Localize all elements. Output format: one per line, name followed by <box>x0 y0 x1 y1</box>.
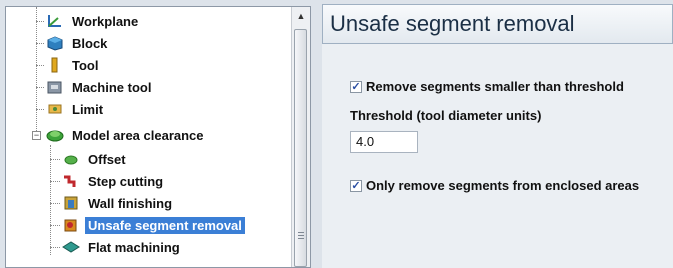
tree-connector <box>36 87 44 88</box>
scroll-grip <box>298 238 304 239</box>
scroll-thumb[interactable] <box>294 29 307 267</box>
tree-connector <box>36 21 44 22</box>
tree-item-label: Offset <box>88 151 126 167</box>
tree-item-tool[interactable]: Tool <box>46 54 101 76</box>
tree-item-label: Workplane <box>72 13 139 29</box>
tree-connector <box>36 43 44 44</box>
tree-item-label: Wall finishing <box>88 195 173 211</box>
tree-item-flat-machining[interactable]: Flat machining <box>62 236 183 258</box>
scroll-up-arrow-icon[interactable]: ▲ <box>293 8 309 24</box>
tree-connector <box>50 203 60 204</box>
tree-panel: − Workplane Block Tool Machine tool Limi… <box>5 6 311 268</box>
tree-item-label: Model area clearance <box>72 127 204 143</box>
tree-connector <box>50 145 51 255</box>
model-area-clearance-icon <box>46 127 64 143</box>
tool-icon <box>46 57 64 73</box>
only-enclosed-checkbox[interactable]: ✓ <box>350 179 362 192</box>
tree-connector <box>50 225 60 226</box>
tree-item-label: Step cutting <box>88 173 164 189</box>
collapse-expander[interactable]: − <box>32 131 41 140</box>
tree-item-label: Tool <box>72 57 99 73</box>
tree-connector <box>50 159 60 160</box>
tree-connector <box>36 109 44 110</box>
tree-item-unsafe-segment-removal[interactable]: Unsafe segment removal <box>62 214 245 236</box>
tree-item-block[interactable]: Block <box>46 32 110 54</box>
tree-item-machine-tool[interactable]: Machine tool <box>46 76 154 98</box>
threshold-label: Threshold (tool diameter units) <box>350 108 542 123</box>
offset-icon <box>62 151 80 167</box>
scroll-grip <box>298 235 304 236</box>
workplane-icon <box>46 13 64 29</box>
scroll-grip <box>298 232 304 233</box>
machine-tool-icon <box>46 79 64 95</box>
tree-item-label: Flat machining <box>88 239 180 255</box>
tree-item-step-cutting[interactable]: Step cutting <box>62 170 166 192</box>
tree-item-model-area-clearance[interactable]: Model area clearance <box>46 124 207 146</box>
tree-connector <box>36 7 37 135</box>
tree-item-label: Unsafe segment removal <box>85 216 245 234</box>
only-enclosed-checkbox-row[interactable]: ✓ Only remove segments from enclosed are… <box>350 178 639 193</box>
tree-connector <box>36 65 44 66</box>
remove-segments-label: Remove segments smaller than threshold <box>366 79 624 94</box>
tree-item-wall-finishing[interactable]: Wall finishing <box>62 192 175 214</box>
tree-item-limit[interactable]: Limit <box>46 98 106 120</box>
tree-item-label: Block <box>72 35 108 51</box>
tree-item-label: Machine tool <box>72 79 152 95</box>
only-enclosed-label: Only remove segments from enclosed areas <box>366 178 640 193</box>
wall-finishing-icon <box>62 195 80 211</box>
page-title: Unsafe segment removal <box>322 4 673 44</box>
unsafe-segment-removal-icon <box>62 217 80 233</box>
threshold-input[interactable]: 4.0 <box>350 131 418 153</box>
remove-segments-checkbox[interactable]: ✓ <box>350 80 362 93</box>
block-icon <box>46 35 64 51</box>
step-cutting-icon <box>62 173 80 189</box>
tree-item-workplane[interactable]: Workplane <box>46 10 141 32</box>
flat-machining-icon <box>62 239 80 255</box>
tree-item-label: Limit <box>72 101 104 117</box>
tree-connector <box>50 181 60 182</box>
tree-connector <box>50 247 60 248</box>
limit-icon <box>46 101 64 117</box>
tree-item-offset[interactable]: Offset <box>62 148 129 170</box>
settings-panel: Unsafe segment removal ✓ Remove segments… <box>322 4 673 268</box>
tree-scrollbar[interactable]: ▲ <box>291 7 310 267</box>
remove-segments-checkbox-row[interactable]: ✓ Remove segments smaller than threshold <box>350 79 624 94</box>
